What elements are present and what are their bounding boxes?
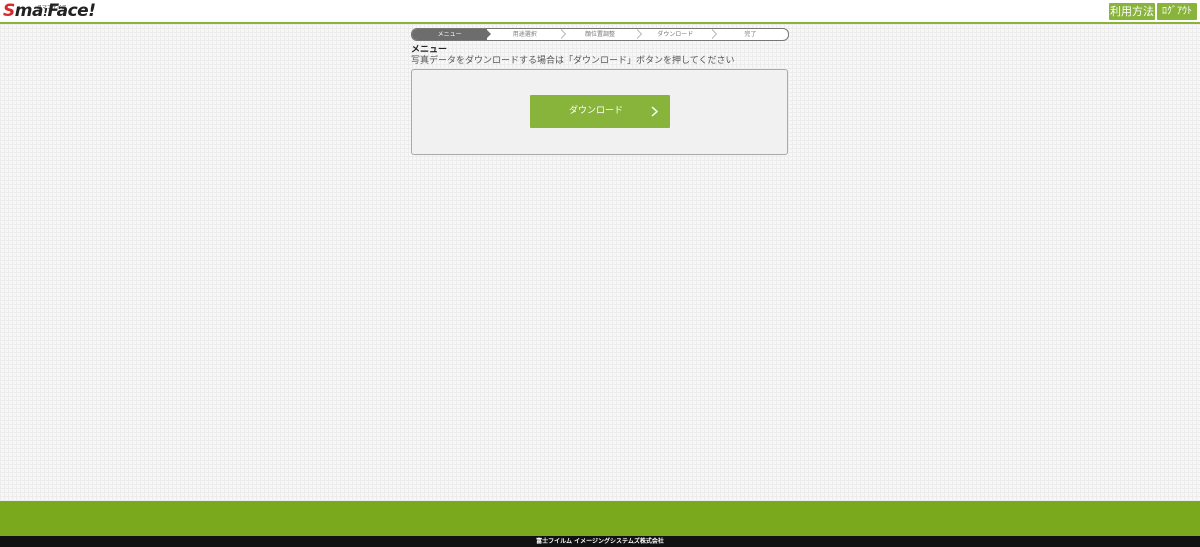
step-chevron-icon — [710, 29, 717, 39]
logo-letter-s: S — [3, 1, 15, 21]
step-label: 顔位置調整 — [585, 31, 616, 38]
step-download: ダウンロード — [638, 29, 717, 40]
step-chevron-icon — [485, 29, 492, 39]
logout-button[interactable]: ﾛｸﾞｱｳﾄ — [1157, 3, 1197, 20]
step-chevron-icon — [560, 29, 567, 39]
footer-copyright: 富士フイルム イメージングシステムズ株式会社 — [0, 536, 1200, 547]
header-bar: Sma!Face! スマフェイス 利用方法 ﾛｸﾞｱｳﾄ — [0, 0, 1200, 24]
step-label: ダウンロード — [657, 31, 694, 38]
step-face-adjust: 顔位置調整 — [562, 29, 642, 40]
download-button-label: ダウンロード — [568, 106, 623, 116]
logo-bang: ! — [88, 1, 96, 21]
step-purpose: 用途選択 — [487, 29, 567, 40]
chevron-right-icon — [651, 106, 659, 117]
footer-band — [0, 501, 1200, 536]
smaface-logo[interactable]: Sma!Face! スマフェイス — [3, 0, 96, 22]
help-button[interactable]: 利用方法 — [1109, 3, 1155, 20]
step-complete: 完了 — [713, 29, 788, 40]
step-chevron-icon — [635, 29, 642, 39]
step-label: 用途選択 — [512, 31, 537, 38]
download-button[interactable]: ダウンロード — [530, 95, 670, 128]
progress-steps: メニュー 用途選択 顔位置調整 ダウンロード 完了 — [411, 28, 789, 41]
step-label: メニュー — [437, 31, 462, 38]
step-menu: メニュー — [412, 29, 492, 40]
step-label: 完了 — [744, 31, 757, 38]
instruction-text: 写真データをダウンロードする場合は「ダウンロード」ボタンを押してください — [411, 56, 735, 66]
download-panel: ダウンロード — [411, 69, 788, 155]
logo-ruby: スマフェイス — [37, 5, 67, 11]
